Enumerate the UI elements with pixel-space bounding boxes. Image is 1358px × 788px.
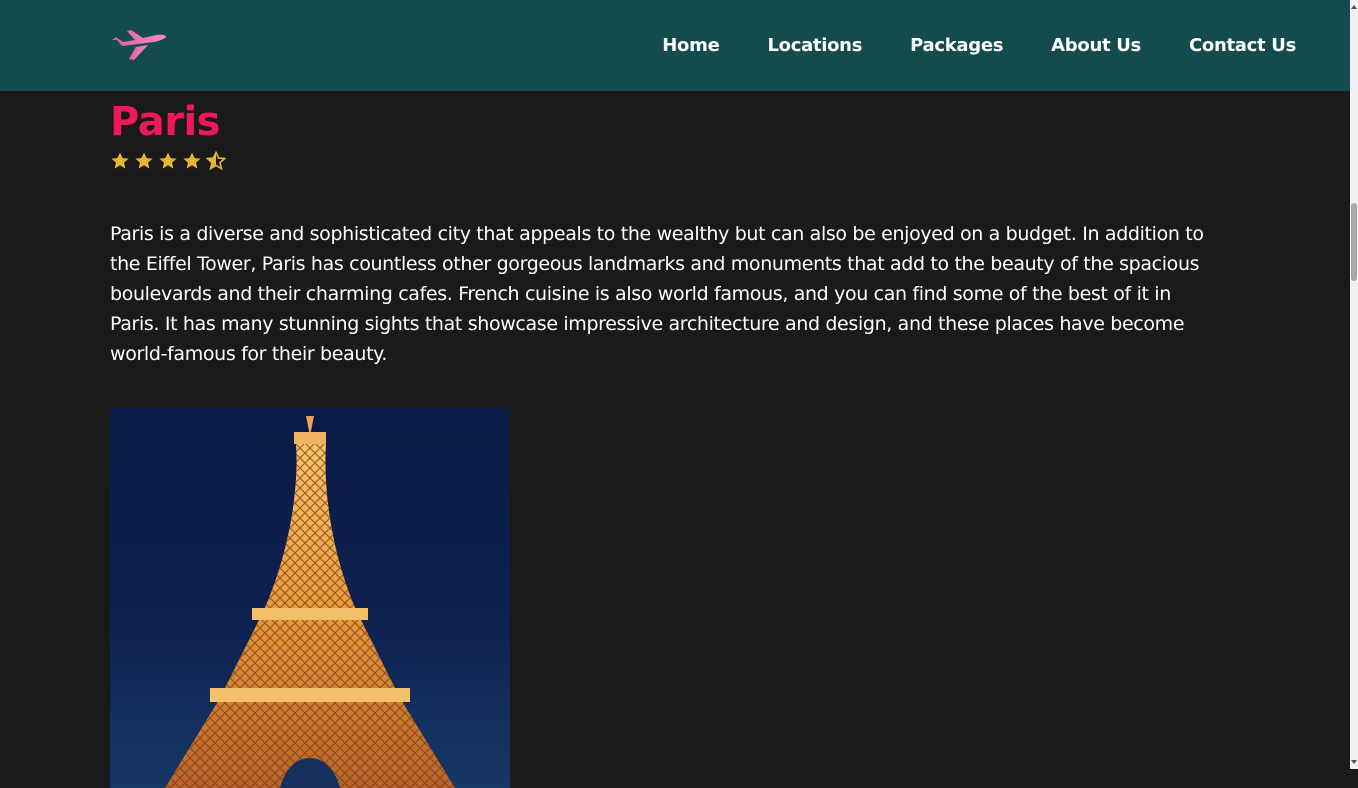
nav-link-home[interactable]: Home (662, 35, 720, 56)
page-scrollbar[interactable] (1350, 0, 1358, 769)
star-full-icon (135, 152, 153, 169)
top-navbar: Home Locations Packages About Us Contact… (0, 0, 1350, 91)
scroll-down-arrow-icon[interactable] (1350, 755, 1358, 769)
eiffel-tower-photo (110, 408, 510, 788)
destination-title: Paris (110, 99, 220, 145)
star-rating (110, 150, 1220, 172)
star-half-icon (206, 151, 226, 171)
nav-link-about-us[interactable]: About Us (1051, 35, 1141, 56)
nav-link-packages[interactable]: Packages (910, 35, 1003, 56)
airplane-icon[interactable] (110, 29, 167, 61)
destination-description: Paris is a diverse and sophisticated cit… (110, 223, 1204, 365)
nav-links: Home Locations Packages About Us Contact… (662, 0, 1296, 91)
star-full-icon (159, 152, 177, 169)
nav-link-contact-us[interactable]: Contact Us (1189, 35, 1296, 56)
destination-content: Paris Paris is a diverse and sophisticat… (110, 91, 1220, 788)
star-full-icon (183, 152, 201, 169)
scrollbar-thumb[interactable] (1351, 203, 1357, 281)
scroll-up-arrow-icon[interactable] (1350, 0, 1358, 14)
nav-link-locations[interactable]: Locations (767, 35, 862, 56)
star-full-icon (111, 152, 129, 169)
